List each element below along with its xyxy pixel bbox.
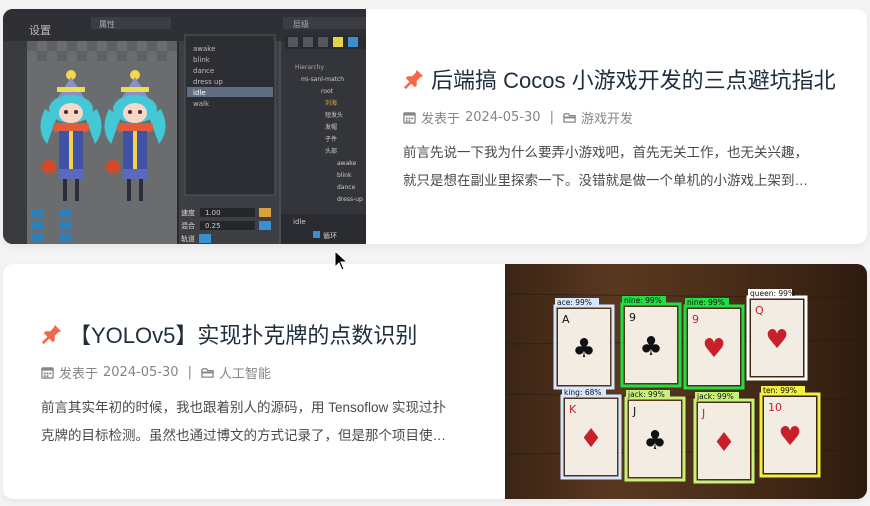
pin-icon <box>41 324 62 345</box>
detected-card: 10 ♥ ten: 99% <box>759 386 821 478</box>
svg-text:dress up: dress up <box>193 78 223 86</box>
post-cover-image[interactable]: A ♣ ace: 99% 9 ♣ nine: 99% 9 ♥ nine: 99% Q ♥ queen:… <box>505 264 867 499</box>
post-date: 2024-05-30 <box>465 110 541 125</box>
svg-text:混合: 混合 <box>181 221 195 230</box>
meta-separator: | <box>549 110 554 125</box>
card-rank: Q <box>755 304 764 317</box>
svg-text:dance: dance <box>337 184 356 191</box>
excerpt-line: 就只是想在副业里探索一下。没错就是做一个单机的小游戏上架到… <box>403 173 808 188</box>
post-meta-prefix: 发表于 <box>421 112 461 127</box>
svg-text:awake: awake <box>193 45 215 53</box>
detected-card: Q♥ queen: 99% <box>746 289 808 381</box>
post-info: 后端搞 Cocos 小游戏开发的三点避坑指北 发表于 2024-05-30 | … <box>403 63 843 195</box>
detected-card: 9♣ nine: 99% <box>620 296 682 388</box>
mouse-cursor-icon <box>334 250 348 271</box>
card-suit: ♦ <box>579 424 602 454</box>
svg-text:idle: idle <box>293 218 306 226</box>
post-excerpt: 前言先说一下我为什么要弄小游戏吧，首先无关工作，也无关兴趣， 就只是想在副业里探… <box>403 139 843 195</box>
excerpt-line: 前言先说一下我为什么要弄小游戏吧，首先无关工作，也无关兴趣， <box>403 145 808 160</box>
card-rank: 9 <box>629 311 636 324</box>
cover-top-label: 设置 <box>29 24 51 37</box>
svg-text:mi-sanl-match: mi-sanl-match <box>301 76 344 83</box>
poker-detection-image: A♣ace: 99%9♣nine: 99%9♥nine: 99%Q♥queen:… <box>505 264 867 499</box>
post-title-row[interactable]: 后端搞 Cocos 小游戏开发的三点避坑指北 <box>403 63 843 95</box>
svg-text:root: root <box>321 88 334 95</box>
svg-text:轨道: 轨道 <box>181 234 195 243</box>
cocos-editor-screenshot: 设置 属性 层级 awake blink dance dress up idle… <box>3 9 366 244</box>
card-suit: ♥ <box>765 325 788 355</box>
detection-label: king: 68% <box>564 388 602 397</box>
card-suit: ♣ <box>639 332 662 362</box>
post-card[interactable]: 【YOLOv5】实现扑克牌的点数识别 发表于 2024-05-30 | 人工智能… <box>3 264 867 499</box>
detection-label: nine: 99% <box>624 296 662 305</box>
card-suit: ♥ <box>778 422 801 452</box>
detected-card: J ♦ jack: 99% <box>693 392 755 484</box>
detection-label: nine: 99% <box>687 298 725 307</box>
svg-text:idle: idle <box>193 89 206 97</box>
card-suit: ♦ <box>712 428 735 458</box>
post-excerpt: 前言其实年初的时候，我也跟着别人的源码，用 Tensoflow 实现过扑 克牌的… <box>41 394 471 450</box>
detected-card: A♣ ace: 99% <box>553 298 615 390</box>
post-cover-image[interactable]: 设置 属性 层级 awake blink dance dress up idle… <box>3 9 366 244</box>
detection-label: jack: 99% <box>696 392 734 401</box>
svg-text:循环: 循环 <box>323 231 337 240</box>
folder-icon <box>201 368 214 378</box>
svg-text:awake: awake <box>337 160 357 167</box>
card-rank: J <box>701 407 705 420</box>
card-rank: J <box>632 405 636 418</box>
svg-text:层级: 层级 <box>293 19 309 29</box>
calendar-icon <box>403 112 416 124</box>
card-suit: ♣ <box>643 426 666 456</box>
excerpt-line: 前言其实年初的时候，我也跟着别人的源码，用 Tensoflow 实现过扑 <box>41 400 447 415</box>
card-suit: ♣ <box>572 334 595 364</box>
folder-icon <box>563 113 576 123</box>
svg-text:发帽: 发帽 <box>325 123 337 131</box>
svg-text:子件: 子件 <box>325 135 337 143</box>
svg-text:blink: blink <box>337 172 352 179</box>
card-rank: K <box>569 403 577 416</box>
card-rank: 9 <box>692 313 699 326</box>
svg-text:属性: 属性 <box>99 19 115 29</box>
card-rank: 10 <box>768 401 782 414</box>
svg-text:dance: dance <box>193 67 214 75</box>
detection-label: jack: 99% <box>627 390 665 399</box>
post-info: 【YOLOv5】实现扑克牌的点数识别 发表于 2024-05-30 | 人工智能… <box>41 318 471 450</box>
post-card[interactable]: 设置 属性 层级 awake blink dance dress up idle… <box>3 9 867 244</box>
detection-label: ten: 99% <box>763 386 797 395</box>
detection-label: queen: 99% <box>750 289 795 298</box>
svg-text:blink: blink <box>193 56 211 64</box>
post-title[interactable]: 后端搞 Cocos 小游戏开发的三点避坑指北 <box>431 63 836 95</box>
detection-label: ace: 99% <box>557 298 592 307</box>
post-category[interactable]: 游戏开发 <box>581 108 633 127</box>
excerpt-line: 克牌的目标检测。虽然也通过博文的方式记录了，但是那个项目使… <box>41 428 446 443</box>
svg-text:dress-up: dress-up <box>337 196 363 203</box>
detected-card: 9♥ nine: 99% <box>683 298 745 390</box>
svg-text:Hierarchy: Hierarchy <box>295 64 324 71</box>
post-meta: 发表于 2024-05-30 | 人工智能 <box>41 363 471 382</box>
svg-text:1.00: 1.00 <box>205 209 221 217</box>
post-category[interactable]: 人工智能 <box>219 363 271 382</box>
calendar-icon <box>41 367 54 379</box>
post-meta: 发表于 2024-05-30 | 游戏开发 <box>403 108 843 127</box>
svg-text:0.25: 0.25 <box>205 222 221 230</box>
post-title[interactable]: 【YOLOv5】实现扑克牌的点数识别 <box>69 318 417 350</box>
card-rank: A <box>562 313 570 326</box>
post-date: 2024-05-30 <box>103 365 179 380</box>
detected-card: J ♣ jack: 99% <box>624 390 686 482</box>
detected-card: K♦ king: 68% <box>560 388 622 480</box>
svg-text:短发头: 短发头 <box>325 111 343 119</box>
svg-text:刘海: 刘海 <box>325 99 337 107</box>
svg-text:速度: 速度 <box>181 208 195 217</box>
svg-text:头部: 头部 <box>325 147 337 155</box>
pin-icon <box>403 69 424 90</box>
card-suit: ♥ <box>702 334 725 364</box>
meta-separator: | <box>187 365 192 380</box>
post-title-row[interactable]: 【YOLOv5】实现扑克牌的点数识别 <box>41 318 471 350</box>
svg-text:walk: walk <box>193 100 210 108</box>
post-meta-prefix: 发表于 <box>59 367 99 382</box>
